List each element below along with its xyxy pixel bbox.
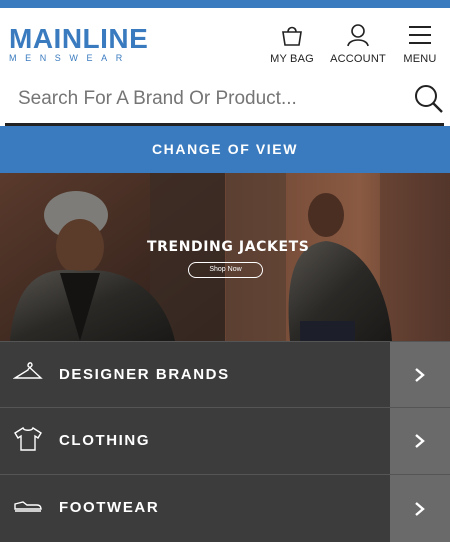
category-clothing[interactable]: CLOTHING <box>0 407 450 474</box>
hamburger-icon <box>409 26 431 44</box>
menu-button[interactable]: MENU <box>397 23 443 65</box>
change-of-view-banner[interactable]: CHANGE OF VIEW <box>0 126 450 173</box>
banner-title: TRENDING JACKETS <box>147 239 310 255</box>
search-bar <box>5 74 444 126</box>
tshirt-icon <box>14 426 42 451</box>
chevron-right-icon <box>415 501 425 516</box>
category-label: FOOTWEAR <box>59 499 160 516</box>
category-arrow-button[interactable] <box>390 342 450 407</box>
mainline-logo[interactable]: MAINLINE MENSWEAR <box>9 23 149 64</box>
chevron-right-icon <box>415 434 425 448</box>
trending-jackets-banner[interactable]: TRENDING JACKETS Shop Now <box>0 173 450 341</box>
banner-photo <box>0 173 450 341</box>
site-header: MAINLINE MENSWEAR MY BAG ACCOUNT MENU <box>0 8 450 74</box>
search-input[interactable] <box>18 88 398 110</box>
category-footwear[interactable]: FOOTWEAR <box>0 474 450 542</box>
my-bag-button[interactable]: MY BAG <box>269 23 315 65</box>
my-bag-label: MY BAG <box>270 53 314 65</box>
logo-main-text: MAINLINE <box>9 23 149 54</box>
account-label: ACCOUNT <box>330 53 386 65</box>
chevron-right-icon <box>415 367 425 382</box>
bag-icon <box>282 26 302 46</box>
user-icon <box>347 24 369 47</box>
category-arrow-button[interactable] <box>390 408 450 474</box>
top-accent-bar <box>0 0 450 8</box>
account-button[interactable]: ACCOUNT <box>328 23 388 65</box>
shoe-icon <box>14 501 42 512</box>
category-label: DESIGNER BRANDS <box>59 366 230 383</box>
menu-label: MENU <box>403 53 437 65</box>
category-designer-brands[interactable]: DESIGNER BRANDS <box>0 341 450 407</box>
search-icon[interactable] <box>414 84 444 114</box>
hanger-icon <box>13 362 43 379</box>
shop-now-button[interactable]: Shop Now <box>188 262 263 278</box>
category-label: CLOTHING <box>59 432 151 449</box>
category-arrow-button[interactable] <box>390 475 450 542</box>
logo-sub-text: MENSWEAR <box>9 53 131 63</box>
